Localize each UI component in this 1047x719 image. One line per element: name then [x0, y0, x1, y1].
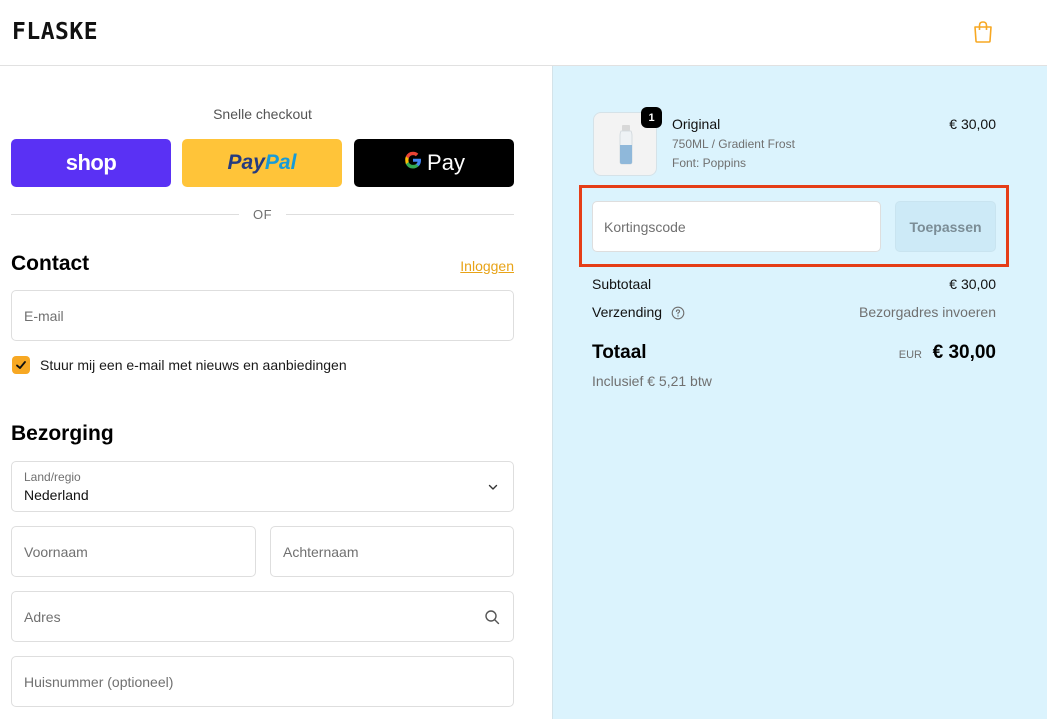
total-label: Totaal — [592, 342, 647, 363]
subtotal-value: € 30,00 — [949, 276, 996, 292]
newsletter-label: Stuur mij een e-mail met nieuws en aanbi… — [40, 357, 347, 373]
country-value: Nederland — [24, 487, 89, 503]
header: FLASKE — [0, 0, 1047, 66]
last-name-field[interactable]: Achternaam — [270, 526, 514, 577]
apply-discount-button[interactable]: Toepassen — [895, 201, 996, 252]
order-summary: 1 Original 750ML / Gradient Frost Font: … — [552, 66, 1047, 719]
chevron-down-icon — [488, 484, 498, 490]
product-name: Original — [672, 116, 721, 132]
subtotal-label: Subtotaal — [592, 276, 652, 292]
divider-left — [11, 214, 239, 215]
checkout-form: Snelle checkout shop Pay Pal Pay OF Conta… — [0, 66, 552, 719]
email-placeholder: E-mail — [24, 308, 64, 324]
contact-heading: Contact — [11, 252, 90, 275]
shop-pay-button[interactable]: shop — [11, 139, 171, 187]
login-link[interactable]: Inloggen — [460, 258, 514, 274]
total-value: € 30,00 — [932, 342, 996, 363]
shopping-bag-icon[interactable] — [972, 20, 994, 44]
shipping-row: Verzending — [592, 304, 685, 320]
first-name-placeholder: Voornaam — [24, 544, 88, 560]
delivery-heading: Bezorging — [11, 422, 114, 445]
email-field[interactable]: E-mail — [11, 290, 514, 341]
country-label: Land/regio — [24, 470, 81, 484]
first-name-field[interactable]: Voornaam — [11, 526, 256, 577]
address-field[interactable]: Adres — [11, 591, 514, 642]
shipping-value: Bezorgadres invoeren — [859, 304, 996, 320]
paypal-button[interactable]: Pay Pal — [182, 139, 342, 187]
product-variant: 750ML / Gradient Frost — [672, 137, 795, 151]
discount-code-field[interactable]: Kortingscode — [592, 201, 881, 252]
house-number-field[interactable]: Huisnummer (optioneel) — [11, 656, 514, 707]
shipping-label: Verzending — [592, 304, 663, 320]
house-number-placeholder: Huisnummer (optioneel) — [24, 674, 174, 690]
search-icon — [485, 610, 500, 625]
google-g-icon — [403, 150, 423, 176]
express-checkout-title: Snelle checkout — [213, 106, 312, 122]
checkmark-icon — [16, 361, 26, 369]
product-price: € 30,00 — [949, 116, 996, 132]
discount-placeholder: Kortingscode — [604, 219, 686, 235]
tax-note: Inclusief € 5,21 btw — [592, 373, 712, 389]
divider-right — [286, 214, 514, 215]
paypal-label-pay: Pay — [227, 151, 265, 174]
divider-or-text: OF — [252, 207, 273, 222]
quantity-badge: 1 — [641, 107, 662, 128]
google-pay-button[interactable]: Pay — [354, 139, 514, 187]
country-select[interactable]: Land/regio Nederland — [11, 461, 514, 512]
total-currency: EUR — [898, 349, 922, 361]
help-circle-icon[interactable] — [671, 306, 685, 320]
store-logo[interactable]: FLASKE — [12, 19, 98, 45]
address-placeholder: Adres — [24, 609, 61, 625]
paypal-label-pal: Pal — [264, 151, 297, 174]
last-name-placeholder: Achternaam — [283, 544, 359, 560]
google-pay-label: Pay — [427, 150, 465, 175]
shop-pay-label: shop — [65, 150, 117, 175]
product-font: Font: Poppins — [672, 156, 747, 170]
newsletter-checkbox[interactable] — [12, 356, 30, 374]
